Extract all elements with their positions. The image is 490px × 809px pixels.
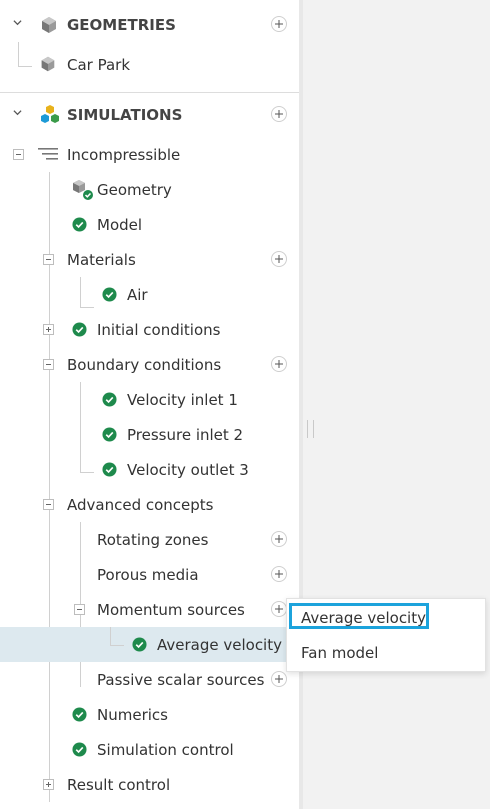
tree-item-label: Boundary conditions bbox=[67, 355, 222, 374]
simulations-label: SIMULATIONS bbox=[67, 105, 183, 124]
check-circle-icon bbox=[102, 287, 117, 302]
tree-item-advanced-concepts[interactable]: Advanced concepts bbox=[0, 487, 299, 522]
tree-item-label: Car Park bbox=[67, 55, 131, 74]
panel-resize-handle[interactable] bbox=[307, 420, 314, 438]
tree-item-label: Porous media bbox=[97, 565, 199, 584]
check-circle-icon bbox=[72, 707, 87, 722]
tree-item-momentum-sources[interactable]: Momentum sources bbox=[0, 592, 299, 627]
add-momentum-source-menu: Average velocity Fan model bbox=[286, 598, 486, 672]
add-passive-scalar-source-button[interactable] bbox=[271, 671, 287, 687]
check-circle-icon bbox=[102, 427, 117, 442]
tree-item-label: Advanced concepts bbox=[67, 495, 214, 514]
simulation-lines-icon bbox=[38, 148, 58, 160]
tree-item-incompressible[interactable]: Incompressible bbox=[0, 137, 299, 172]
tree-item-label: Average velocity 1 bbox=[157, 635, 297, 654]
add-rotating-zone-button[interactable] bbox=[271, 531, 287, 547]
tree-item-label: Velocity inlet 1 bbox=[127, 390, 238, 409]
tree-item-label: Result control bbox=[67, 775, 171, 794]
tree-item-passive-scalar-sources[interactable]: Passive scalar sources bbox=[0, 662, 299, 697]
menu-item-fan-model[interactable]: Fan model bbox=[287, 636, 485, 670]
collapse-toggle[interactable] bbox=[74, 604, 85, 615]
simulations-cubes-icon bbox=[41, 105, 59, 123]
tree-item-label: Momentum sources bbox=[97, 600, 245, 619]
tree-item-label: Model bbox=[97, 215, 143, 234]
tree-item-simulation-control[interactable]: Simulation control bbox=[0, 732, 299, 767]
collapse-toggle[interactable] bbox=[43, 359, 54, 370]
geometries-label: GEOMETRIES bbox=[67, 15, 176, 34]
collapse-toggle[interactable] bbox=[43, 499, 54, 510]
tree-item-geometry[interactable]: Geometry bbox=[0, 172, 299, 207]
tree-item-pressure-inlet-2[interactable]: Pressure inlet 2 bbox=[0, 417, 299, 452]
check-circle-icon bbox=[132, 637, 147, 652]
menu-item-average-velocity[interactable]: Average velocity bbox=[287, 601, 485, 635]
geometry-cube-icon bbox=[41, 56, 55, 72]
chevron-down-icon[interactable] bbox=[13, 108, 22, 117]
tree-item-velocity-outlet-3[interactable]: Velocity outlet 3 bbox=[0, 452, 299, 487]
simulations-section-header[interactable]: SIMULATIONS bbox=[0, 97, 299, 132]
check-circle-icon bbox=[72, 742, 87, 757]
tree-item-air[interactable]: Air bbox=[0, 277, 299, 312]
add-material-button[interactable] bbox=[271, 251, 287, 267]
tree-item-label: Geometry bbox=[97, 180, 172, 199]
tree-item-porous-media[interactable]: Porous media bbox=[0, 557, 299, 592]
geometries-section-header[interactable]: GEOMETRIES bbox=[0, 7, 299, 42]
tree-item-rotating-zones[interactable]: Rotating zones bbox=[0, 522, 299, 557]
content-pane bbox=[303, 0, 490, 809]
collapse-toggle[interactable] bbox=[43, 254, 54, 265]
tree-item-result-control[interactable]: Result control bbox=[0, 767, 299, 802]
add-simulation-button[interactable] bbox=[271, 106, 287, 122]
add-porous-media-button[interactable] bbox=[271, 566, 287, 582]
menu-item-label: Average velocity bbox=[301, 609, 426, 627]
add-momentum-source-button[interactable] bbox=[271, 601, 287, 617]
tree-item-boundary-conditions[interactable]: Boundary conditions bbox=[0, 347, 299, 382]
tree-item-velocity-inlet-1[interactable]: Velocity inlet 1 bbox=[0, 382, 299, 417]
check-circle-icon bbox=[102, 392, 117, 407]
tree-item-label: Numerics bbox=[97, 705, 168, 724]
tree-item-label: Rotating zones bbox=[97, 530, 209, 549]
chevron-down-icon[interactable] bbox=[13, 18, 22, 27]
expand-toggle[interactable] bbox=[43, 779, 54, 790]
tree-item-label: Passive scalar sources bbox=[97, 670, 265, 689]
add-geometry-button[interactable] bbox=[271, 16, 287, 32]
tree-scrollbar[interactable] bbox=[299, 0, 303, 809]
tree-item-initial-conditions[interactable]: Initial conditions bbox=[0, 312, 299, 347]
check-circle-icon bbox=[102, 462, 117, 477]
tree-item-label: Simulation control bbox=[97, 740, 234, 759]
tree-item-label: Air bbox=[127, 285, 148, 304]
geometry-check-icon bbox=[73, 180, 93, 200]
check-circle-icon bbox=[72, 322, 87, 337]
tree-item-label: Velocity outlet 3 bbox=[127, 460, 249, 479]
tree-item-materials[interactable]: Materials bbox=[0, 242, 299, 277]
tree-item-label: Incompressible bbox=[67, 145, 181, 164]
check-circle-icon bbox=[72, 217, 87, 232]
collapse-toggle[interactable] bbox=[13, 149, 24, 160]
tree-item-car-park[interactable]: Car Park bbox=[0, 47, 299, 82]
geometry-cube-icon bbox=[42, 17, 56, 33]
tree-item-numerics[interactable]: Numerics bbox=[0, 697, 299, 732]
expand-toggle[interactable] bbox=[43, 324, 54, 335]
tree-item-label: Initial conditions bbox=[97, 320, 221, 339]
section-divider bbox=[0, 92, 299, 93]
tree-item-model[interactable]: Model bbox=[0, 207, 299, 242]
tree-item-average-velocity-1[interactable]: Average velocity 1 bbox=[0, 627, 299, 662]
tree-item-label: Materials bbox=[67, 250, 136, 269]
tree-item-label: Pressure inlet 2 bbox=[127, 425, 244, 444]
simulation-tree-panel: GEOMETRIES Car Park SIMULATIONS Incompre… bbox=[0, 0, 299, 809]
menu-item-label: Fan model bbox=[301, 644, 379, 662]
add-boundary-condition-button[interactable] bbox=[271, 356, 287, 372]
